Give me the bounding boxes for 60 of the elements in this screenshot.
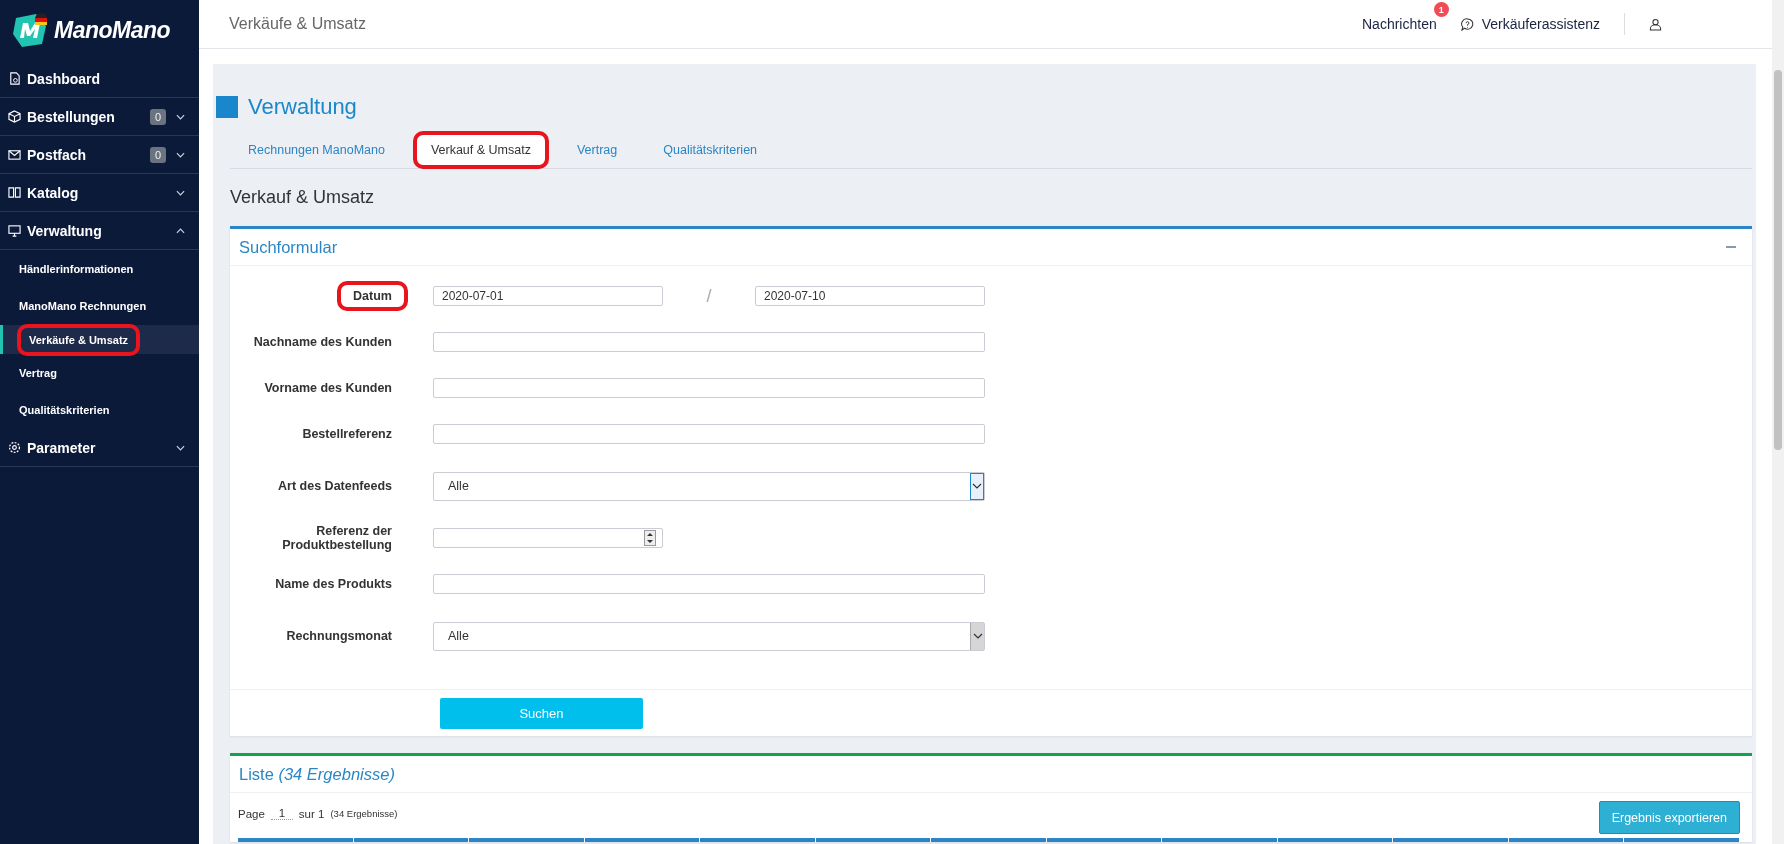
page-title: Verkäufe & Umsatz bbox=[229, 15, 366, 33]
section-heading: Verwaltung bbox=[248, 94, 357, 120]
assistant-link[interactable]: Verkäuferassistenz bbox=[1481, 16, 1600, 32]
field-label: Datum bbox=[337, 281, 408, 311]
count-badge: 0 bbox=[149, 146, 166, 163]
field-label: Referenz der Produktbestellung bbox=[281, 523, 393, 554]
field-label: Vorname des Kunden bbox=[263, 380, 393, 397]
monitor-icon bbox=[8, 224, 21, 237]
sidebar-item[interactable]: Bestellungen 0 bbox=[0, 98, 199, 136]
input-field[interactable] bbox=[433, 378, 985, 398]
field-label: Bestellreferenz bbox=[301, 426, 393, 443]
result-count: (34 Ergebnisse) bbox=[330, 808, 398, 819]
card-title: Suchformular bbox=[239, 237, 338, 257]
tab[interactable]: Vertrag bbox=[558, 131, 636, 169]
sidebar-subitem[interactable]: Vertrag bbox=[7, 356, 69, 389]
document-icon bbox=[8, 72, 21, 85]
sidebar-subitem[interactable]: Verkäufe & Umsatz bbox=[17, 323, 141, 356]
input-field[interactable] bbox=[433, 332, 985, 352]
field-label: Rechnungsmonat bbox=[285, 628, 393, 645]
help-chat-icon[interactable] bbox=[1460, 17, 1474, 31]
dropdown[interactable]: Alle bbox=[433, 471, 985, 501]
logo-icon bbox=[10, 10, 50, 50]
tab[interactable]: Rechnungen ManoMano bbox=[230, 131, 403, 169]
book-icon bbox=[8, 186, 21, 199]
sidebar-item[interactable]: Dashboard bbox=[0, 60, 199, 98]
scrollbar[interactable] bbox=[1772, 0, 1784, 844]
sidebar-item[interactable]: Verwaltung bbox=[0, 212, 199, 250]
sidebar-subitem[interactable]: Händlerinformationen bbox=[7, 252, 146, 285]
sidebar-item[interactable]: Parameter bbox=[0, 429, 199, 467]
page-total: sur 1 bbox=[298, 807, 325, 820]
card-title: Liste (34 Ergebnisse) bbox=[239, 764, 395, 784]
messages-link[interactable]: Nachrichten bbox=[1362, 16, 1437, 32]
sidebar-subitem[interactable]: ManoMano Rechnungen bbox=[7, 290, 159, 323]
tab[interactable]: Verkauf & Umsatz bbox=[412, 131, 549, 169]
date-field[interactable]: 2020-07-01 bbox=[433, 286, 663, 306]
spinner-icon[interactable] bbox=[644, 530, 656, 546]
envelope-icon bbox=[8, 148, 21, 161]
date-field[interactable]: 2020-07-10 bbox=[755, 286, 985, 306]
dropdown[interactable]: Alle bbox=[433, 621, 985, 651]
sidebar-subitem[interactable]: Qualitätskriterien bbox=[7, 394, 122, 427]
sidebar-item[interactable]: Katalog bbox=[0, 174, 199, 212]
logo-text: ManoMano bbox=[54, 16, 171, 44]
user-icon[interactable] bbox=[1649, 17, 1662, 31]
number-field[interactable] bbox=[433, 528, 663, 548]
page-label: Page bbox=[238, 807, 265, 820]
field-label: Nachname des Kunden bbox=[252, 334, 393, 351]
tab[interactable]: Qualitätskriterien bbox=[645, 131, 776, 169]
separator: / bbox=[705, 285, 713, 307]
input-field[interactable] bbox=[433, 574, 985, 594]
box-icon bbox=[8, 110, 21, 123]
page-number-field[interactable]: 1 bbox=[270, 807, 293, 820]
sidebar-item[interactable]: Postfach 0 bbox=[0, 136, 199, 174]
field-label: Name des Produkts bbox=[274, 576, 393, 593]
subsection-heading: Verkauf & Umsatz bbox=[230, 187, 376, 208]
heading-square-icon bbox=[216, 96, 238, 118]
notification-badge: 1 bbox=[1433, 2, 1449, 17]
field-label: Art des Datenfeeds bbox=[277, 478, 393, 495]
input-field[interactable] bbox=[433, 424, 985, 444]
count-badge: 0 bbox=[149, 108, 166, 125]
settings-icon bbox=[8, 441, 21, 454]
